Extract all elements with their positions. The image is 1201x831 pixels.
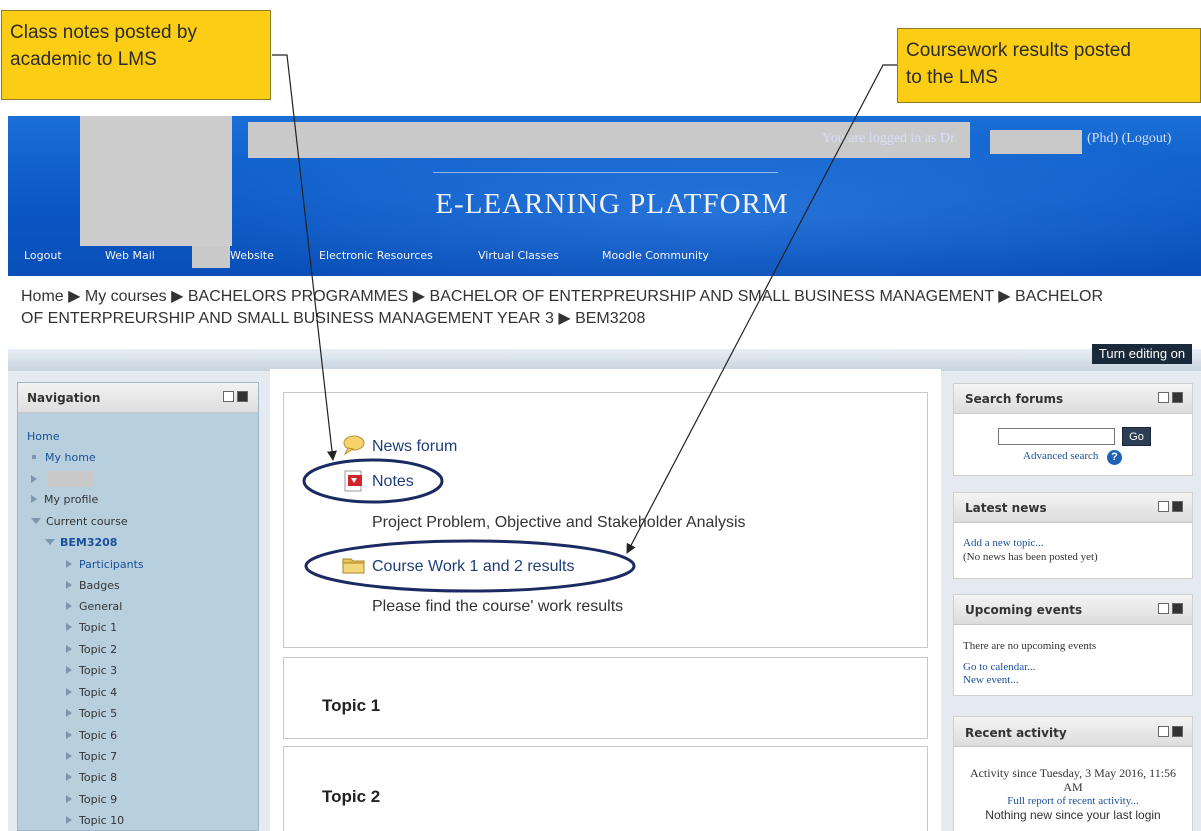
notes-highlight-ellipse: [302, 458, 444, 504]
annotation-overlay: [272, 54, 897, 593]
coursework-highlight-ellipse: [304, 539, 636, 593]
notes-arrow: [272, 54, 337, 461]
coursework-arrow: [626, 64, 897, 554]
